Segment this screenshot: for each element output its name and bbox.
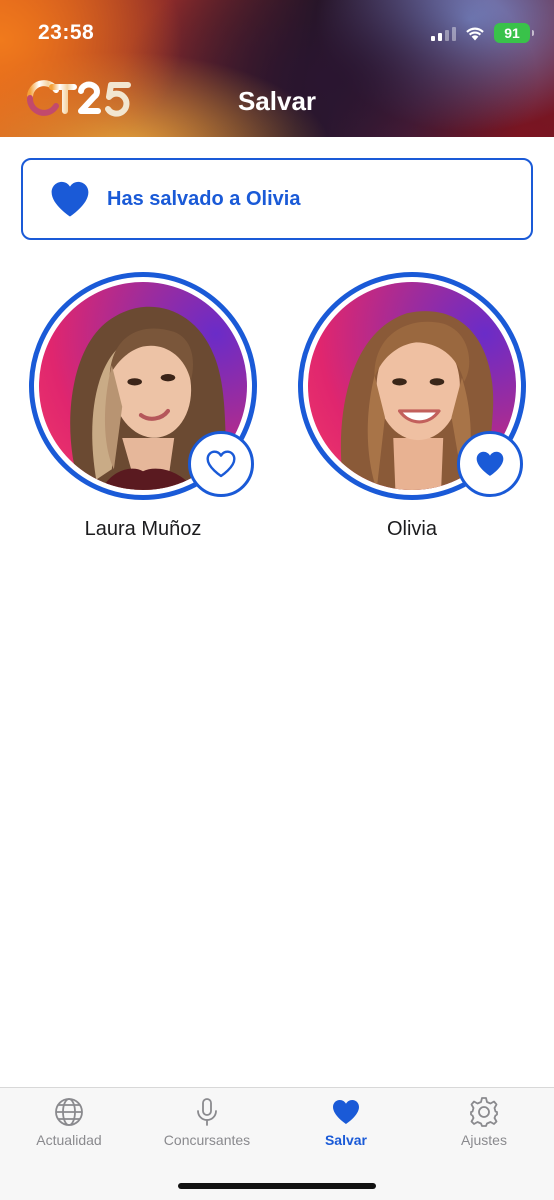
status-time: 23:58 (38, 21, 95, 44)
microphone-icon (197, 1098, 217, 1126)
tab-label: Concursantes (163, 1132, 251, 1148)
globe-icon (55, 1098, 83, 1126)
tab-label: Actualidad (36, 1132, 102, 1148)
wifi-icon (466, 27, 484, 41)
contestant-card[interactable]: Olivia (297, 272, 527, 541)
save-vote-button[interactable] (457, 431, 523, 497)
banner-message: Has salvado a Olivia (107, 187, 301, 210)
page-title: Salvar (237, 86, 317, 116)
cellular-signal-icon (431, 25, 456, 41)
contestant-card[interactable]: Laura Muñoz (28, 272, 258, 541)
save-vote-button[interactable] (188, 431, 254, 497)
heart-icon (333, 1100, 359, 1124)
battery-level: 91 (504, 25, 520, 41)
contestant-name: Olivia (386, 518, 437, 540)
heart-filled-icon (51, 181, 89, 217)
status-indicators: 91 (431, 22, 534, 44)
heart-outline-icon (206, 450, 236, 478)
tab-actualidad[interactable]: Actualidad (0, 1096, 138, 1148)
battery-indicator: 91 (494, 23, 534, 43)
avatar-ring (298, 272, 526, 500)
tab-label: Ajustes (461, 1132, 507, 1148)
avatar-ring (29, 272, 257, 500)
tab-salvar[interactable]: Salvar (277, 1096, 415, 1148)
tab-concursantes[interactable]: Concursantes (138, 1096, 276, 1148)
saved-confirmation-banner: Has salvado a Olivia (21, 158, 533, 240)
tab-label: Salvar (324, 1132, 368, 1148)
gear-icon (470, 1097, 498, 1127)
heart-filled-icon (476, 451, 504, 476)
home-indicator[interactable] (178, 1183, 376, 1189)
contestant-name: Laura Muñoz (84, 518, 202, 540)
app-header: 23:58 91 Salvar (0, 0, 554, 137)
tab-ajustes[interactable]: Ajustes (415, 1096, 553, 1148)
